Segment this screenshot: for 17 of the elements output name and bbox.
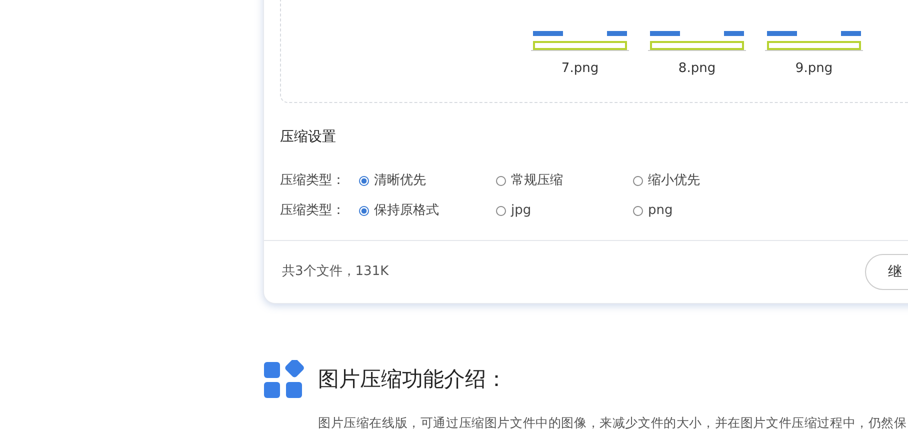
file-name: 9.png — [795, 60, 833, 78]
continue-button[interactable]: 继 — [865, 254, 908, 290]
option-label: 压缩类型： — [280, 202, 346, 220]
radio-option[interactable]: 清晰优先 — [359, 171, 496, 191]
intro-paragraph: 图片压缩在线版，可通过压缩图片文件中的图像，来减少文件的大小，并在图片文件压缩过程中，仍然保 — [318, 414, 908, 432]
settings-title: 压缩设置 — [280, 128, 337, 147]
file-name: 7.png — [561, 60, 599, 78]
radio-option[interactable]: jpg — [496, 201, 633, 221]
radio-option[interactable]: png — [633, 201, 770, 221]
radio-option[interactable]: 保持原格式 — [359, 201, 496, 221]
section-title: 图片压缩功能介绍： — [318, 366, 507, 394]
file-name: 8.png — [678, 60, 716, 78]
radio-option[interactable]: 缩小优先 — [633, 171, 770, 191]
file-summary: 共3个文件，131K — [282, 263, 389, 282]
radio-option[interactable]: 常规压缩 — [496, 171, 633, 191]
grid-icon — [264, 360, 304, 400]
option-label: 压缩类型： — [280, 172, 346, 190]
